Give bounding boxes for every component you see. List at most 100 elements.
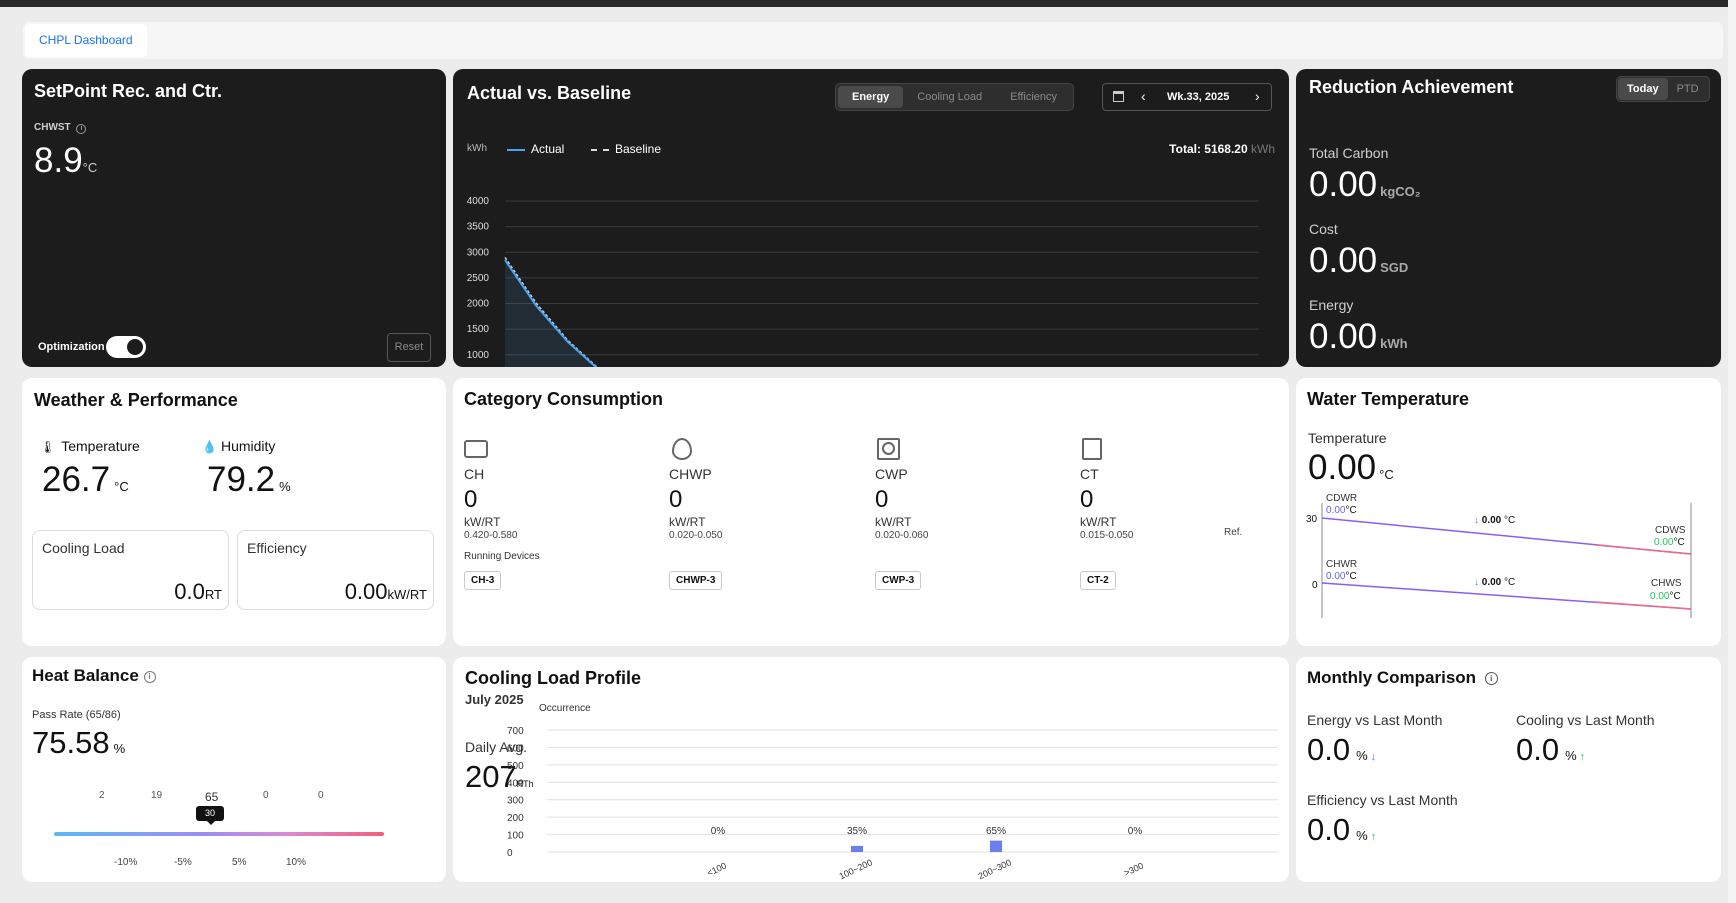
cdwr-reading: 0.00°C (1326, 505, 1357, 516)
count-2: 19 (151, 790, 163, 801)
chwr-reading: 0.00°C (1326, 571, 1357, 582)
ct-value: 0 (1080, 486, 1094, 513)
pass-rate-unit: % (113, 741, 126, 756)
efficiency-vs-unit: % (1356, 828, 1368, 843)
y-tick-label: 700 (507, 726, 524, 737)
total-carbon-value: 0.00 (1309, 165, 1378, 204)
cooling-vs-label: Cooling vs Last Month (1516, 712, 1655, 728)
bar-data-label: 0% (711, 826, 726, 837)
chwst-label: CHWST i (34, 122, 87, 134)
x-tick-label: 100~200 (838, 857, 874, 881)
monthly-title: Monthly Comparison (1307, 668, 1477, 687)
humidity-label: 💧 Humidity (202, 438, 275, 454)
baseline-series-line (504, 256, 599, 367)
cooling-load-unit: RT (204, 587, 222, 602)
arrow-up-icon: ↑ (1370, 831, 1377, 843)
weather-card: Weather & Performance 🌡 Temperature 26.7 °… (22, 378, 446, 646)
chwst-label-text: CHWST (34, 122, 71, 133)
cdws-label: CDWS (1655, 525, 1686, 536)
y-tick-0: 0 (1312, 580, 1318, 591)
reset-button[interactable]: Reset (387, 333, 431, 362)
chwst-value-row: 8.9°C (34, 141, 97, 181)
tab-efficiency[interactable]: Efficiency (996, 86, 1071, 108)
cwp-unit: kW/RT (875, 515, 912, 529)
ch-unit: kW/RT (464, 515, 501, 529)
marker-tooltip: 30 (196, 806, 224, 821)
tab-chpl-dashboard[interactable]: CHPL Dashboard (25, 24, 147, 57)
profile-bar (851, 845, 863, 852)
ct-range: 0.015-0.050 (1080, 530, 1134, 541)
cdws-reading: 0.00°C (1654, 537, 1685, 548)
tab-strip: CHPL Dashboard (23, 22, 1723, 59)
cwp-name: CWP (875, 466, 908, 482)
y-tick-label: 1000 (467, 350, 490, 361)
energy-unit: kWh (1380, 336, 1408, 351)
device-chip-ch[interactable]: CH-3 (464, 571, 502, 590)
period-toggle: Today PTD (1616, 76, 1710, 102)
y-tick-label: 500 (507, 761, 524, 772)
calendar-icon[interactable] (1113, 91, 1124, 102)
humidity-row: 79.2% (207, 460, 291, 500)
device-chip-cwp[interactable]: CWP-3 (875, 571, 922, 590)
tab-cooling-load[interactable]: Cooling Load (903, 86, 996, 108)
category-card: Category Consumption CH 0 kW/RT 0.420-0.… (453, 378, 1289, 646)
y-tick-label: 2500 (467, 273, 490, 284)
tab-energy[interactable]: Energy (838, 86, 904, 108)
chws-reading: 0.00°C (1650, 591, 1681, 602)
x-tick-label: 200~300 (977, 857, 1013, 881)
actual-series-area (505, 259, 596, 367)
ct-name: CT (1080, 466, 1099, 482)
pass-rate-value: 75.58 (32, 725, 110, 760)
chws-label: CHWS (1651, 578, 1682, 589)
prev-week-icon[interactable]: ‹ (1141, 88, 1146, 104)
count-1: 2 (99, 790, 105, 801)
next-week-icon[interactable]: › (1255, 88, 1260, 104)
x-tick-label: <100 (705, 860, 728, 878)
delta-chilled: ↓ 0.00 °C (1474, 577, 1515, 588)
toggle-today[interactable]: Today (1618, 78, 1668, 100)
fan-icon (877, 438, 900, 460)
delta-condenser: ↓ 0.00 °C (1474, 515, 1515, 526)
water-temperature-card: Water Temperature Temperature 0.00 °C 30 … (1296, 378, 1721, 646)
total-carbon-unit: kgCO₂ (1380, 184, 1421, 199)
y-tick-label: 3500 (467, 222, 490, 233)
chwp-unit: kW/RT (669, 515, 706, 529)
cost-unit: SGD (1380, 260, 1409, 275)
info-icon: i (143, 670, 156, 683)
total-carbon-label: Total Carbon (1309, 145, 1389, 161)
ch-name: CH (464, 466, 485, 482)
fan-inner (882, 442, 895, 455)
y-tick-label: 0 (507, 848, 513, 859)
cooling-load-bar-chart: 700 600 500 400 300 200 100 0 0% <100 35% 100~200 65… (507, 726, 1278, 881)
heat-title-row: Heat Balance i (32, 666, 156, 686)
device-chip-chwp[interactable]: CHWP-3 (669, 571, 723, 590)
marker-pointer (207, 821, 215, 825)
chws-value: 0.00 (1650, 591, 1670, 602)
optimization-toggle[interactable] (106, 336, 146, 358)
profile-bar (990, 840, 1002, 852)
delta-condenser-unit: °C (1504, 515, 1516, 526)
weather-title: Weather & Performance (34, 390, 238, 410)
energy-vs-row: 0.0% ↓ (1307, 732, 1376, 768)
pass-rate-row: 75.58% (32, 725, 125, 761)
cooling-load-box: Cooling Load 0.0RT (32, 530, 229, 610)
water-temp-diagram (1321, 503, 1692, 618)
cost-row: 0.00 SGD (1309, 241, 1408, 281)
cost-label: Cost (1309, 221, 1338, 237)
y-tick-label: 200 (507, 813, 524, 824)
cooling-load-label: Cooling Load (42, 540, 125, 556)
temperature-label: 🌡 Temperature (40, 438, 140, 454)
y-tick-label: 400 (507, 778, 524, 789)
delta-condenser-value: 0.00 (1481, 515, 1502, 526)
toggle-ptd[interactable]: PTD (1668, 78, 1708, 100)
bar-data-label: 35% (847, 826, 867, 837)
y-tick-30: 30 (1306, 514, 1318, 525)
tower-icon (1082, 438, 1102, 460)
droplet-icon: 💧 (202, 440, 217, 454)
y-tick-label: 300 (507, 796, 524, 807)
actual-series-line (504, 259, 598, 367)
device-chip-ct[interactable]: CT-2 (1080, 571, 1116, 590)
running-devices-label: Running Devices (464, 551, 540, 562)
y-tick-label: 3000 (467, 247, 490, 258)
count-5: 0 (318, 790, 324, 801)
